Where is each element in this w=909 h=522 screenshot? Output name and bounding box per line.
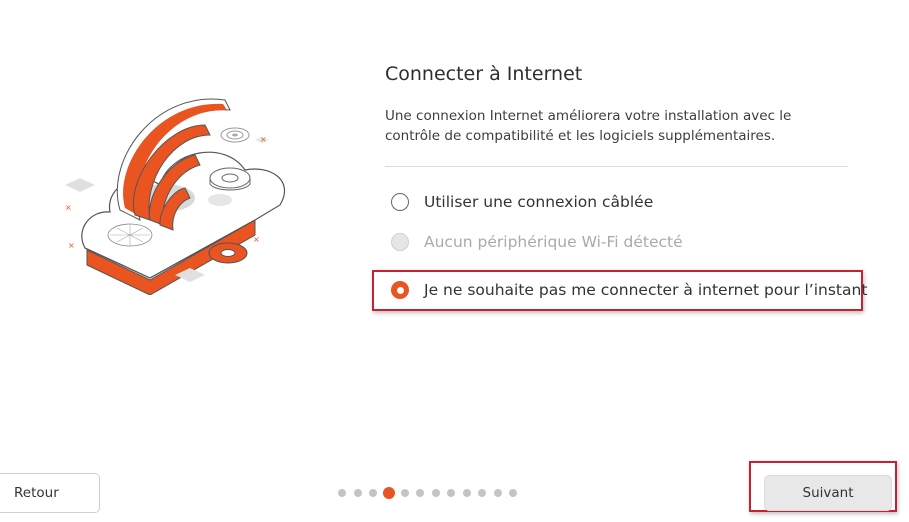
progress-dot	[416, 489, 424, 497]
progress-dot	[509, 489, 517, 497]
divider	[385, 166, 848, 167]
option-no-connection[interactable]: Je ne souhaite pas me connecter à intern…	[391, 281, 867, 299]
progress-dot	[493, 489, 502, 497]
page-description: Une connexion Internet améliorera votre …	[385, 108, 792, 144]
svg-text:×: ×	[260, 135, 267, 144]
svg-text:×: ×	[65, 203, 72, 212]
progress-dots	[338, 487, 525, 499]
option-label: Je ne souhaite pas me connecter à intern…	[424, 281, 868, 299]
option-wifi: Aucun périphérique Wi-Fi détecté	[391, 233, 683, 251]
progress-dot	[400, 489, 409, 497]
radio-button	[391, 233, 409, 251]
progress-dot	[478, 489, 486, 497]
progress-dot	[338, 489, 346, 497]
progress-dot	[431, 489, 440, 497]
cloud-wifi-illustration: × × × ×	[65, 98, 286, 295]
svg-text:×: ×	[253, 235, 260, 244]
progress-dot	[369, 489, 377, 497]
progress-dot	[353, 489, 362, 497]
page-title: Connecter à Internet	[385, 63, 583, 85]
next-button[interactable]: Suivant	[764, 475, 892, 511]
radio-button[interactable]	[391, 281, 409, 299]
installer-page: × × × × Connecter à Internet Une connexi…	[0, 0, 909, 522]
option-wired[interactable]: Utiliser une connexion câblée	[391, 193, 653, 211]
progress-dot	[462, 489, 471, 497]
progress-dot	[447, 489, 455, 497]
connect-section: Connecter à Internet Une connexion Inter…	[385, 60, 855, 167]
back-button[interactable]: Retour	[0, 473, 100, 513]
progress-dot-active	[382, 487, 395, 499]
option-label: Utiliser une connexion câblée	[424, 193, 654, 211]
option-label: Aucun périphérique Wi-Fi détecté	[424, 233, 683, 251]
radio-button[interactable]	[391, 193, 409, 211]
svg-text:×: ×	[68, 241, 75, 250]
